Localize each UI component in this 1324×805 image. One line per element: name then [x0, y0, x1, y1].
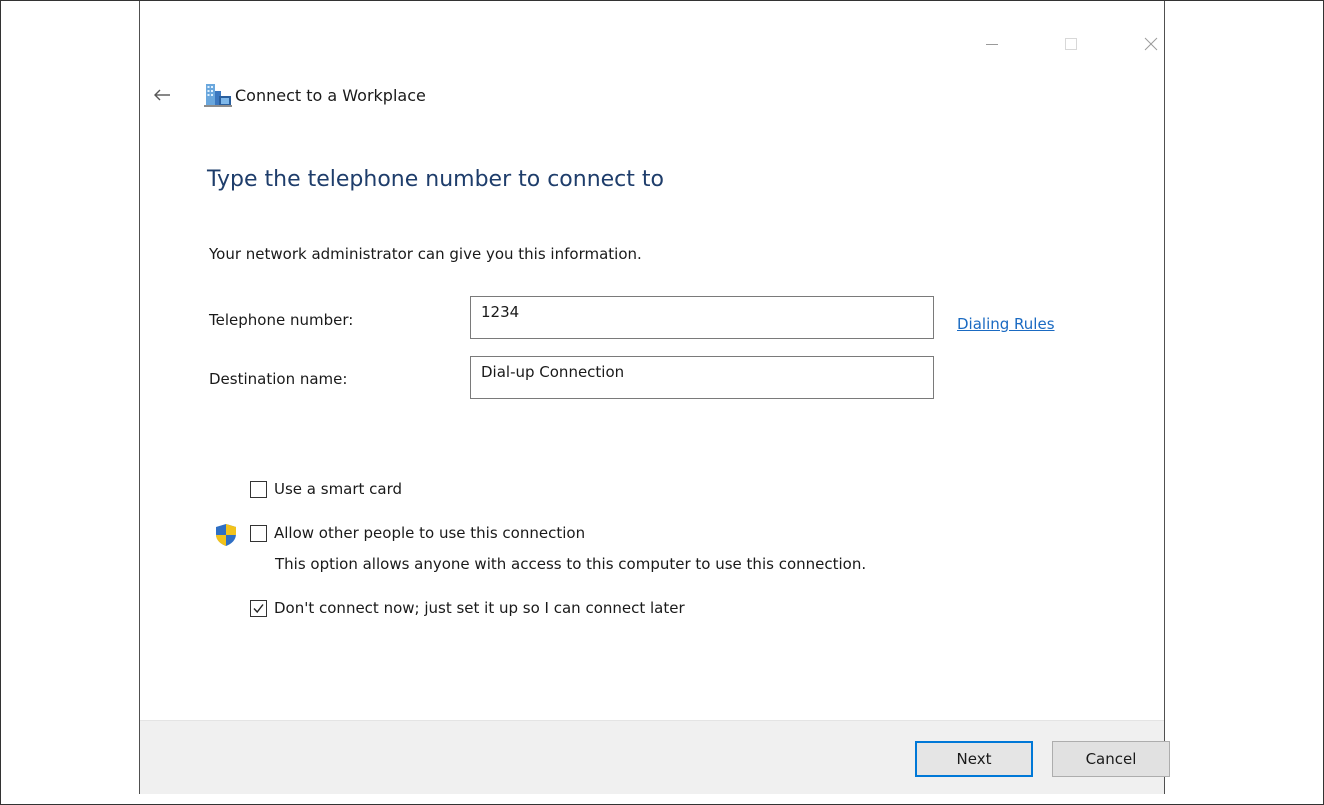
checkmark-icon [253, 603, 264, 613]
window-title: Connect to a Workplace [235, 85, 426, 105]
back-arrow-icon[interactable] [151, 84, 173, 106]
dont-connect-now-option[interactable]: Don't connect now; just set it up so I c… [250, 599, 685, 617]
page-heading: Type the telephone number to connect to [207, 167, 664, 192]
destination-name-input[interactable] [470, 356, 934, 399]
smart-card-checkbox[interactable] [250, 480, 267, 498]
maximize-icon [1058, 31, 1084, 57]
info-text: Your network administrator can give you … [209, 245, 642, 263]
next-button[interactable]: Next [915, 741, 1033, 777]
screenshot-page: Connect to a Workplace Type the telephon… [0, 0, 1324, 805]
smart-card-option[interactable]: Use a smart card [250, 480, 402, 498]
allow-others-option[interactable]: Allow other people to use this connectio… [250, 524, 585, 542]
allow-others-description: This option allows anyone with access to… [275, 555, 867, 573]
minimize-icon[interactable] [979, 31, 1005, 57]
destination-name-label: Destination name: [209, 370, 348, 388]
window-title-bar: Connect to a Workplace [204, 81, 426, 109]
smart-card-label: Use a smart card [274, 480, 403, 498]
dialog-footer: Next Cancel [140, 720, 1170, 794]
dialing-rules-link[interactable]: Dialing Rules [957, 315, 1055, 333]
allow-others-checkbox[interactable] [250, 524, 267, 542]
dont-connect-now-label: Don't connect now; just set it up so I c… [274, 599, 685, 617]
allow-others-label: Allow other people to use this connectio… [274, 524, 586, 542]
workplace-network-icon [204, 81, 232, 109]
cancel-button[interactable]: Cancel [1052, 741, 1170, 777]
uac-shield-icon [214, 523, 238, 547]
close-icon[interactable] [1138, 31, 1164, 57]
dont-connect-now-checkbox[interactable] [250, 599, 267, 617]
telephone-number-label: Telephone number: [209, 311, 354, 329]
telephone-number-input[interactable] [470, 296, 934, 339]
connect-to-workplace-dialog: Connect to a Workplace Type the telephon… [139, 1, 1170, 794]
